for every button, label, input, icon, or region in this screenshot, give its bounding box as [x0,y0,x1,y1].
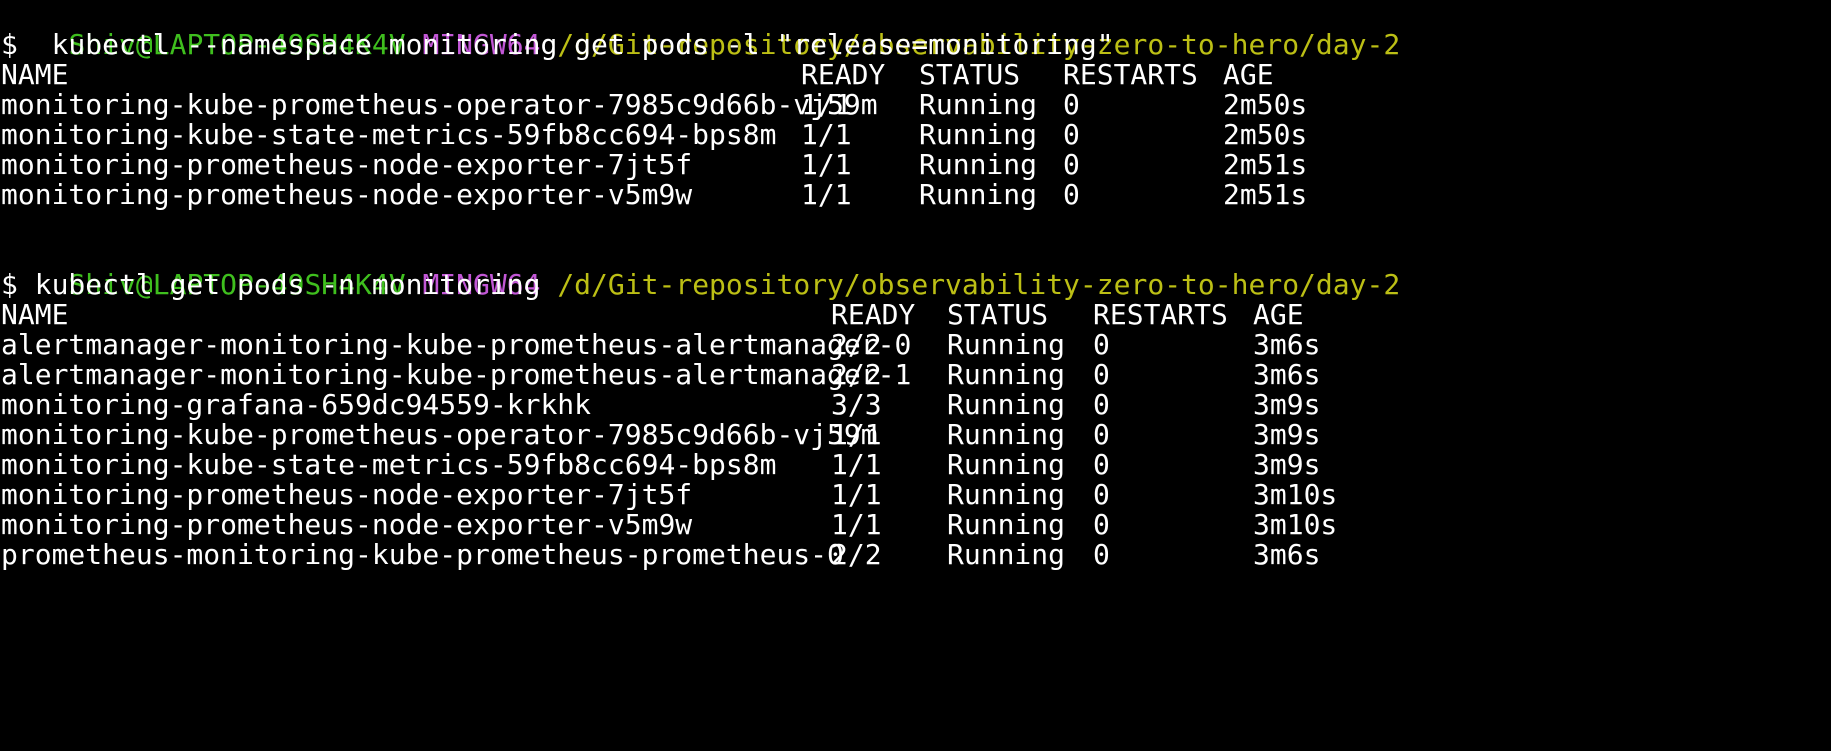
table-row: monitoring-kube-prometheus-operator-7985… [1,90,1831,120]
table-row: monitoring-prometheus-node-exporter-7jt5… [1,480,1831,510]
pod-age: 3m6s [1253,358,1321,391]
table-row: monitoring-kube-prometheus-operator-7985… [1,420,1831,450]
pod-status: Running [947,538,1066,571]
pod-status: Running [947,478,1066,511]
pod-restarts: 0 [1063,148,1080,181]
pod-restarts: 0 [1063,118,1080,151]
pod-name: monitoring-kube-state-metrics-59fb8cc694… [1,448,777,481]
pod-restarts: 0 [1093,538,1110,571]
table-row: alertmanager-monitoring-kube-prometheus-… [1,360,1831,390]
pod-age: 3m6s [1253,538,1321,571]
pod-age: 3m9s [1253,388,1321,421]
pod-status: Running [947,328,1066,361]
pod-status: Running [919,178,1038,211]
pod-age: 2m50s [1223,88,1308,121]
pod-age: 2m51s [1223,148,1308,181]
pod-ready: 3/3 [831,388,882,421]
pod-name: monitoring-prometheus-node-exporter-v5m9… [1,508,693,541]
terminal-window[interactable]: Shiv@LAPTOP-49SH4K4V MINGW64 /d/Git-repo… [0,0,1831,603]
pod-ready: 2/2 [831,538,882,571]
pod-ready: 1/1 [831,478,882,511]
pod-name: monitoring-kube-state-metrics-59fb8cc694… [1,118,777,151]
pod-name: monitoring-prometheus-node-exporter-7jt5… [1,148,693,181]
pod-status: Running [947,448,1066,481]
pod-ready: 2/2 [831,328,882,361]
pod-restarts: 0 [1063,88,1080,121]
pod-age: 3m9s [1253,418,1321,451]
pod-status: Running [919,148,1038,181]
pod-status: Running [919,88,1038,121]
header-ready: READY [801,58,886,91]
header-restarts: RESTARTS [1093,298,1228,331]
header-restarts: RESTARTS [1063,58,1198,91]
pod-age: 3m10s [1253,478,1338,511]
header-ready: READY [831,298,916,331]
pod-status: Running [947,418,1066,451]
pod-ready: 1/1 [801,178,852,211]
pod-restarts: 0 [1063,178,1080,211]
pod-status: Running [919,118,1038,151]
prompt-line: Shiv@LAPTOP-49SH4K4V MINGW64 /d/Git-repo… [1,240,1831,300]
header-name: NAME [1,298,69,331]
pod-ready: 1/1 [801,118,852,151]
table-row: monitoring-kube-state-metrics-59fb8cc694… [1,120,1831,150]
table-row: monitoring-prometheus-node-exporter-v5m9… [1,510,1831,540]
pod-restarts: 0 [1093,448,1110,481]
pod-age: 3m9s [1253,448,1321,481]
pod-name: alertmanager-monitoring-kube-prometheus-… [1,358,912,391]
pod-age: 2m50s [1223,118,1308,151]
pod-ready: 1/1 [831,448,882,481]
pod-status: Running [947,508,1066,541]
pod-restarts: 0 [1093,418,1110,451]
command-line: $ kubectl --namespace monitoring get pod… [1,28,1114,61]
header-status: STATUS [947,298,1049,331]
pod-restarts: 0 [1093,358,1110,391]
table-row: monitoring-grafana-659dc94559-krkhk 3/3 … [1,390,1831,420]
pod-status: Running [947,388,1066,421]
prompt-line: Shiv@LAPTOP-49SH4K4V MINGW64 /d/Git-repo… [1,0,1831,60]
pod-ready: 1/1 [801,148,852,181]
command-line: $ kubectl get pods -n monitoring [1,268,541,301]
pod-status: Running [947,358,1066,391]
pod-ready: 1/1 [831,508,882,541]
pod-name: monitoring-kube-prometheus-operator-7985… [1,418,878,451]
pod-restarts: 0 [1093,328,1110,361]
header-name: NAME [1,58,69,91]
table-header: NAME READY STATUS RESTARTS AGE [1,300,1831,330]
pod-name: alertmanager-monitoring-kube-prometheus-… [1,328,912,361]
table-row: prometheus-monitoring-kube-prometheus-pr… [1,540,1831,570]
table-header: NAME READY STATUS RESTARTS AGE [1,60,1831,90]
table-row: monitoring-prometheus-node-exporter-7jt5… [1,150,1831,180]
pod-name: monitoring-grafana-659dc94559-krkhk [1,388,592,421]
pod-name: monitoring-kube-prometheus-operator-7985… [1,88,878,121]
pod-ready: 1/1 [801,88,852,121]
table-row: monitoring-kube-state-metrics-59fb8cc694… [1,450,1831,480]
pod-ready: 1/1 [831,418,882,451]
pod-age: 3m10s [1253,508,1338,541]
pod-restarts: 0 [1093,508,1110,541]
pod-ready: 2/2 [831,358,882,391]
pod-age: 3m6s [1253,328,1321,361]
pod-name: monitoring-prometheus-node-exporter-v5m9… [1,178,693,211]
pod-restarts: 0 [1093,478,1110,511]
pod-name: prometheus-monitoring-kube-prometheus-pr… [1,538,844,571]
header-status: STATUS [919,58,1021,91]
header-age: AGE [1223,58,1274,91]
pod-restarts: 0 [1093,388,1110,421]
table-row: alertmanager-monitoring-kube-prometheus-… [1,330,1831,360]
header-age: AGE [1253,298,1304,331]
table-row: monitoring-prometheus-node-exporter-v5m9… [1,180,1831,210]
pod-name: monitoring-prometheus-node-exporter-7jt5… [1,478,693,511]
pod-age: 2m51s [1223,178,1308,211]
